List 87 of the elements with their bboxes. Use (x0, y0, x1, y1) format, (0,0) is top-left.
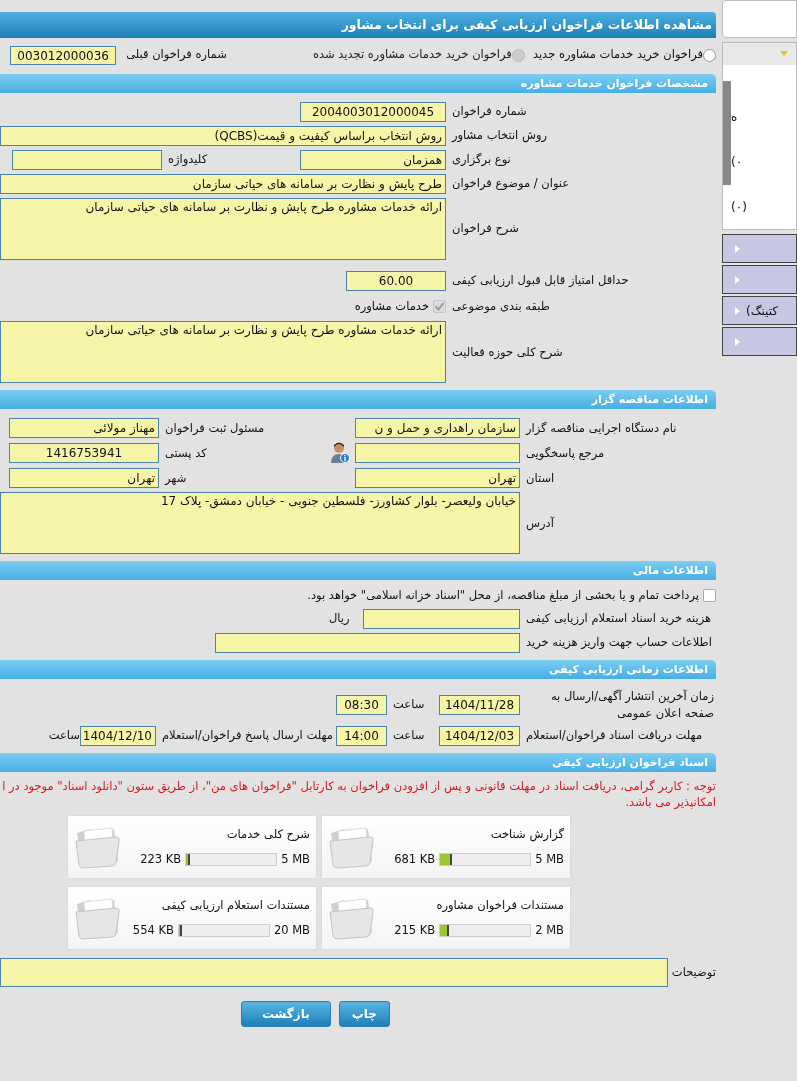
file-name: مستندات استعلام ارزیابی کیفی (160, 896, 310, 914)
folder-icon (328, 896, 376, 940)
side-menu-item[interactable] (722, 327, 797, 356)
input-field[interactable]: 2004003012000045 (300, 102, 446, 122)
file-size: 223 KB (140, 851, 182, 868)
field-label: مهلت دریافت اسناد فراخوان/استعلام (526, 727, 703, 745)
field-label: ریال (329, 609, 350, 627)
folder-icon (74, 896, 122, 940)
panel-text: (۰) (731, 198, 748, 216)
size-limit: 20 MB (273, 922, 310, 939)
radio-button[interactable] (703, 48, 716, 62)
field-label: کد پستی (165, 444, 207, 462)
field-label: شرح فراخوان (452, 220, 519, 238)
field-label: مرجع پاسخگویی (526, 444, 605, 462)
section-header: مشخصات فراخوان خدمات مشاوره (0, 74, 716, 93)
checkbox-label: خدمات مشاوره (354, 298, 429, 315)
input-field[interactable]: 08:30 (336, 694, 387, 715)
field-label: ساعت (393, 696, 425, 714)
input-field[interactable]: 60.00 (346, 271, 446, 291)
folder-icon (74, 825, 122, 869)
field-label: شهر (165, 469, 187, 487)
field-label: زمان آخرین انتشار آگهی/ارسال به صفحه اعلان عمومی (549, 687, 714, 722)
input-field[interactable]: روش انتخاب براساس کیفیت و قیمت(QCBS) (0, 126, 446, 146)
input-field[interactable]: مهناز مولائی (9, 418, 159, 439)
page-title: مشاهده اطلاعات فراخوان ارزیابی کیفی برای انتخاب مشاور (0, 12, 716, 38)
size-limit: 5 MB (281, 851, 310, 868)
field-label: توضیحات (671, 963, 716, 981)
input-field[interactable]: 1404/12/03 (439, 726, 520, 746)
section-header: اطلاعات مالی (0, 561, 716, 581)
section-header: اطلاعات زمانی ارزیابی کیفی (0, 659, 716, 679)
field-label: استان (526, 469, 555, 487)
radio-label[interactable]: فراخوان خرید خدمات مشاوره جدید (532, 46, 703, 64)
field-label: روش انتخاب مشاور (452, 127, 548, 145)
field-label: عنوان / موضوع فراخوان (452, 175, 570, 193)
input-field[interactable]: همزمان (300, 150, 446, 170)
field-label: ساعت (48, 727, 80, 745)
input-field[interactable] (363, 608, 520, 629)
section-header: اطلاعات مناقصه گزار (0, 390, 716, 410)
input-field[interactable] (215, 632, 520, 653)
side-menu-item[interactable] (722, 265, 797, 294)
input-field[interactable]: سازمان راهداری و حمل و ن (355, 418, 520, 439)
file-name: گزارش شناخت (489, 825, 564, 843)
field-label: نام دستگاه اجرایی مناقصه گزار (526, 419, 677, 437)
user-info-icon[interactable] (330, 442, 350, 465)
input-field[interactable]: 1404/11/28 (439, 694, 520, 715)
text-area[interactable]: خیابان ولیعصر- بلوار کشاورز- فلسطین جنوبی - خیابان دمشق- پلاک 17 (0, 492, 520, 555)
text-area[interactable]: ارائه خدمات مشاوره طرح پایش و نظارت بر سامانه های حیاتی سازمان (0, 321, 446, 384)
field-label: شماره فراخوان (452, 103, 527, 121)
input-field[interactable]: 1404/12/10 (80, 726, 156, 746)
input-field[interactable]: 14:00 (336, 726, 387, 746)
previous-number-field[interactable]: 003012000036 (10, 45, 117, 65)
section-header: اسناد فراخوان ارزیابی کیفی (0, 753, 716, 772)
field-label: اطلاعات حساب جهت واریز هزینه خرید (526, 633, 712, 651)
checkbox[interactable] (703, 589, 716, 603)
field-label: کلیدواژه (168, 151, 208, 169)
input-field[interactable] (355, 443, 520, 464)
field-label: ساعت (393, 727, 425, 745)
side-menu-item[interactable]: کتینگ) (722, 296, 797, 325)
field-label: مسئول ثبت فراخوان (165, 419, 265, 437)
input-field[interactable]: 1416753941 (9, 443, 159, 464)
text-area[interactable]: ارائه خدمات مشاوره طرح پایش و نظارت بر سامانه های حیاتی سازمان (0, 198, 446, 260)
field-label: شماره فراخوان قبلی (126, 46, 227, 64)
notice-text: توجه : کاربر گرامی، دریافت اسناد در مهلت قانونی و پس از افزودن فراخوان به کارتابل "فراخوان های من"، از طریق ستون "دانلود اسناد" موجود در ا امکانپذیر می باشد. (1, 778, 716, 810)
folder-icon (328, 825, 376, 869)
file-size: 215 KB (394, 922, 436, 939)
text-area[interactable] (0, 958, 668, 987)
field-label: نوع برگزاری (452, 151, 511, 169)
size-limit: 2 MB (535, 922, 564, 939)
size-limit: 5 MB (535, 851, 564, 868)
file-size: 681 KB (394, 851, 436, 868)
field-label: شرح کلی حوزه فعالیت (452, 343, 563, 361)
field-label: حداقل امتیاز قابل قبول ارزیابی کیفی (452, 272, 629, 290)
side-menu-item[interactable] (722, 234, 797, 263)
file-name: مستندات فراخوان مشاوره (435, 896, 564, 914)
input-field[interactable]: تهران (9, 468, 159, 489)
field-label: آدرس (526, 514, 554, 532)
field-label: طبقه بندی موضوعی (452, 298, 550, 315)
field-label: هزینه خرید اسناد استعلام ارزیابی کیفی (526, 609, 712, 627)
input-field[interactable]: طرح پایش و نظارت بر سامانه های حیاتی سازمان (0, 174, 446, 194)
file-size: 554 KB (132, 922, 174, 939)
field-label: مهلت ارسال پاسخ فراخوان/استعلام (162, 727, 333, 745)
input-field[interactable] (12, 150, 162, 170)
input-field[interactable]: تهران (355, 468, 520, 489)
panel-text: ه (731, 109, 739, 127)
panel-text: (۰ (731, 154, 744, 171)
file-name: شرح کلی خدمات (225, 825, 310, 843)
checkbox-label: پرداخت تمام و یا بخشی از مبلغ مناقصه، از محل "اسناد خزانه اسلامی" خواهد بود. (307, 587, 699, 605)
